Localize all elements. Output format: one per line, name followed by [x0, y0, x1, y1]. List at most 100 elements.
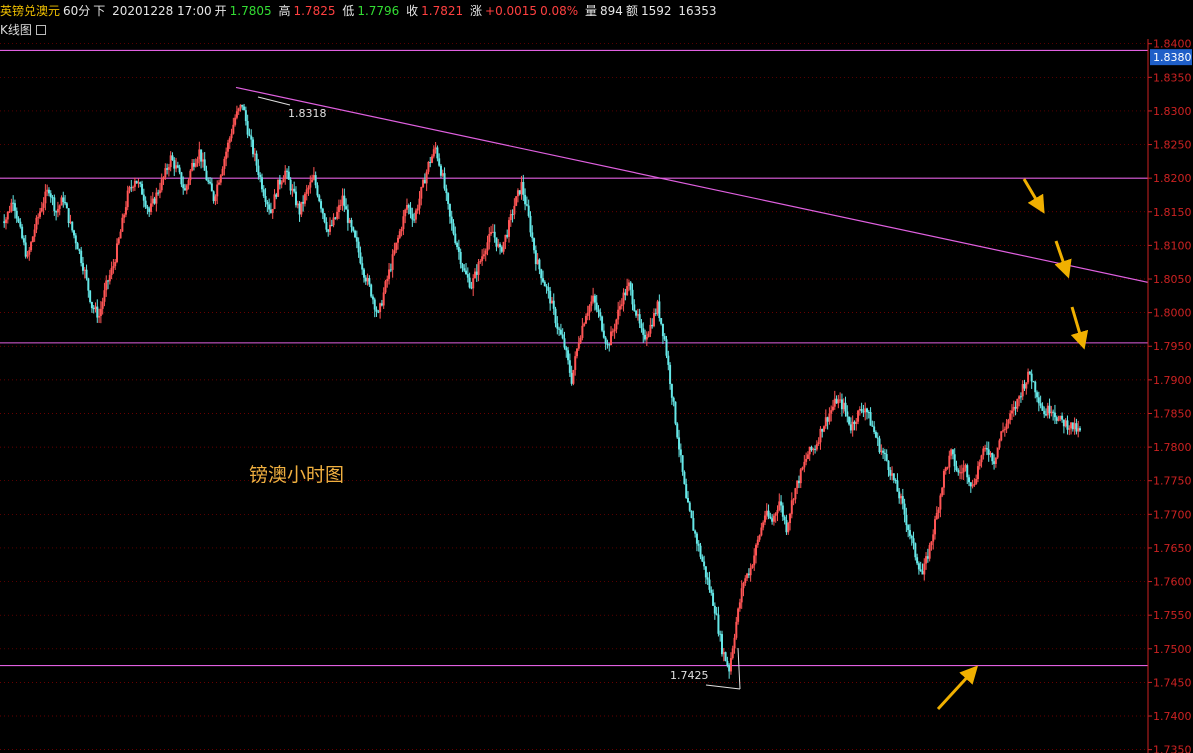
candle-body: [1068, 428, 1071, 430]
candle-body: [536, 259, 539, 265]
candle-body: [576, 348, 579, 357]
candle-body: [323, 213, 326, 222]
y-tick-label: 1.8350: [1153, 71, 1192, 84]
candle-body: [703, 561, 706, 567]
candle-body: [1002, 430, 1005, 432]
candle-body: [937, 509, 940, 513]
candle-body: [321, 208, 324, 214]
candle-body: [635, 310, 638, 316]
candle-body: [534, 250, 537, 265]
candle-body: [346, 209, 349, 223]
candle-body: [953, 454, 956, 467]
candle-body: [760, 527, 763, 536]
candle-body: [103, 290, 106, 302]
candle-body: [439, 165, 442, 176]
candle-body: [994, 457, 997, 464]
candle-body: [31, 236, 34, 243]
candle-body: [507, 220, 510, 237]
candlestick-chart[interactable]: 1.8400 1.8350 1.8300 1.8250 1.8200 1.8150 1.81…: [0, 39, 1193, 753]
kline-label[interactable]: K线图: [0, 23, 32, 37]
candle-body: [1048, 405, 1051, 414]
candle-body: [846, 411, 849, 417]
candle-body: [765, 510, 768, 516]
candle-body: [332, 217, 335, 226]
candle-body: [101, 301, 104, 309]
candle-body: [629, 282, 632, 290]
candle-body: [286, 170, 289, 172]
trend-line-group[interactable]: [235, 86, 1149, 283]
candle-body: [201, 159, 204, 162]
candle-body: [849, 424, 852, 431]
candle-body: [137, 182, 140, 184]
candle-body: [690, 510, 693, 519]
candle-body: [457, 247, 460, 252]
candle-body: [556, 323, 559, 329]
candle-body: [785, 519, 788, 533]
candle-body: [570, 372, 573, 384]
candle-body: [400, 229, 403, 232]
candle-body: [472, 278, 475, 289]
candle-body: [71, 221, 74, 231]
candle-body: [973, 483, 976, 486]
candle-body: [873, 426, 876, 432]
candle-body: [219, 175, 222, 183]
candle-body: [459, 251, 462, 265]
candle-body: [205, 170, 208, 181]
candle-body: [934, 519, 937, 535]
candle-body: [454, 233, 457, 243]
candle-body: [427, 161, 430, 172]
extra-value: 16353: [678, 4, 717, 18]
candle-body: [1062, 419, 1065, 427]
candle-body: [670, 384, 673, 398]
candle-body: [780, 501, 783, 506]
candle-body: [812, 448, 815, 451]
candle-body: [672, 397, 675, 402]
candle-body: [558, 328, 561, 330]
candle-body: [679, 449, 682, 456]
candle-body: [425, 171, 428, 184]
candle-body: [296, 203, 299, 206]
candle-body: [234, 117, 237, 125]
close-value: 1.7821: [421, 4, 464, 18]
candle-body: [776, 510, 779, 514]
candle-body: [561, 334, 564, 339]
candle-body: [808, 446, 811, 455]
candle-body: [719, 633, 722, 635]
candle-body: [1009, 413, 1012, 420]
candle-body: [414, 210, 417, 220]
candle-body: [756, 539, 759, 545]
symbol-name[interactable]: 英镑兑澳元: [0, 4, 60, 18]
candle-body: [649, 324, 652, 334]
candle-body: [468, 277, 471, 288]
y-tick-label: 1.7950: [1153, 340, 1192, 353]
candle-body: [797, 480, 800, 484]
collapse-box-icon[interactable]: [35, 24, 46, 35]
candle-body: [948, 455, 951, 468]
candle-body: [516, 190, 519, 197]
candle-body: [588, 305, 591, 313]
candle-body: [371, 296, 374, 300]
candle-body: [729, 658, 732, 672]
candle-body: [987, 449, 990, 455]
candle-body: [645, 337, 648, 340]
candle-body: [110, 267, 113, 276]
candle-body: [633, 304, 636, 311]
candle-body: [416, 208, 419, 211]
candle-body: [985, 448, 988, 450]
candle-body: [969, 482, 972, 487]
candle-body: [735, 621, 738, 638]
candle-body: [126, 190, 129, 208]
low-label: 低: [342, 4, 355, 18]
candle-body: [950, 449, 953, 456]
candle-body: [153, 198, 156, 204]
candle-body: [842, 402, 845, 410]
candle-body: [382, 292, 385, 306]
candle-body: [402, 216, 405, 230]
period-label[interactable]: 60分: [63, 4, 90, 18]
candle-body: [420, 186, 423, 199]
candle-body: [482, 254, 485, 257]
candle-body: [975, 479, 978, 484]
candle-body: [8, 211, 11, 213]
candle-body: [631, 289, 634, 305]
candle-body: [280, 182, 283, 185]
